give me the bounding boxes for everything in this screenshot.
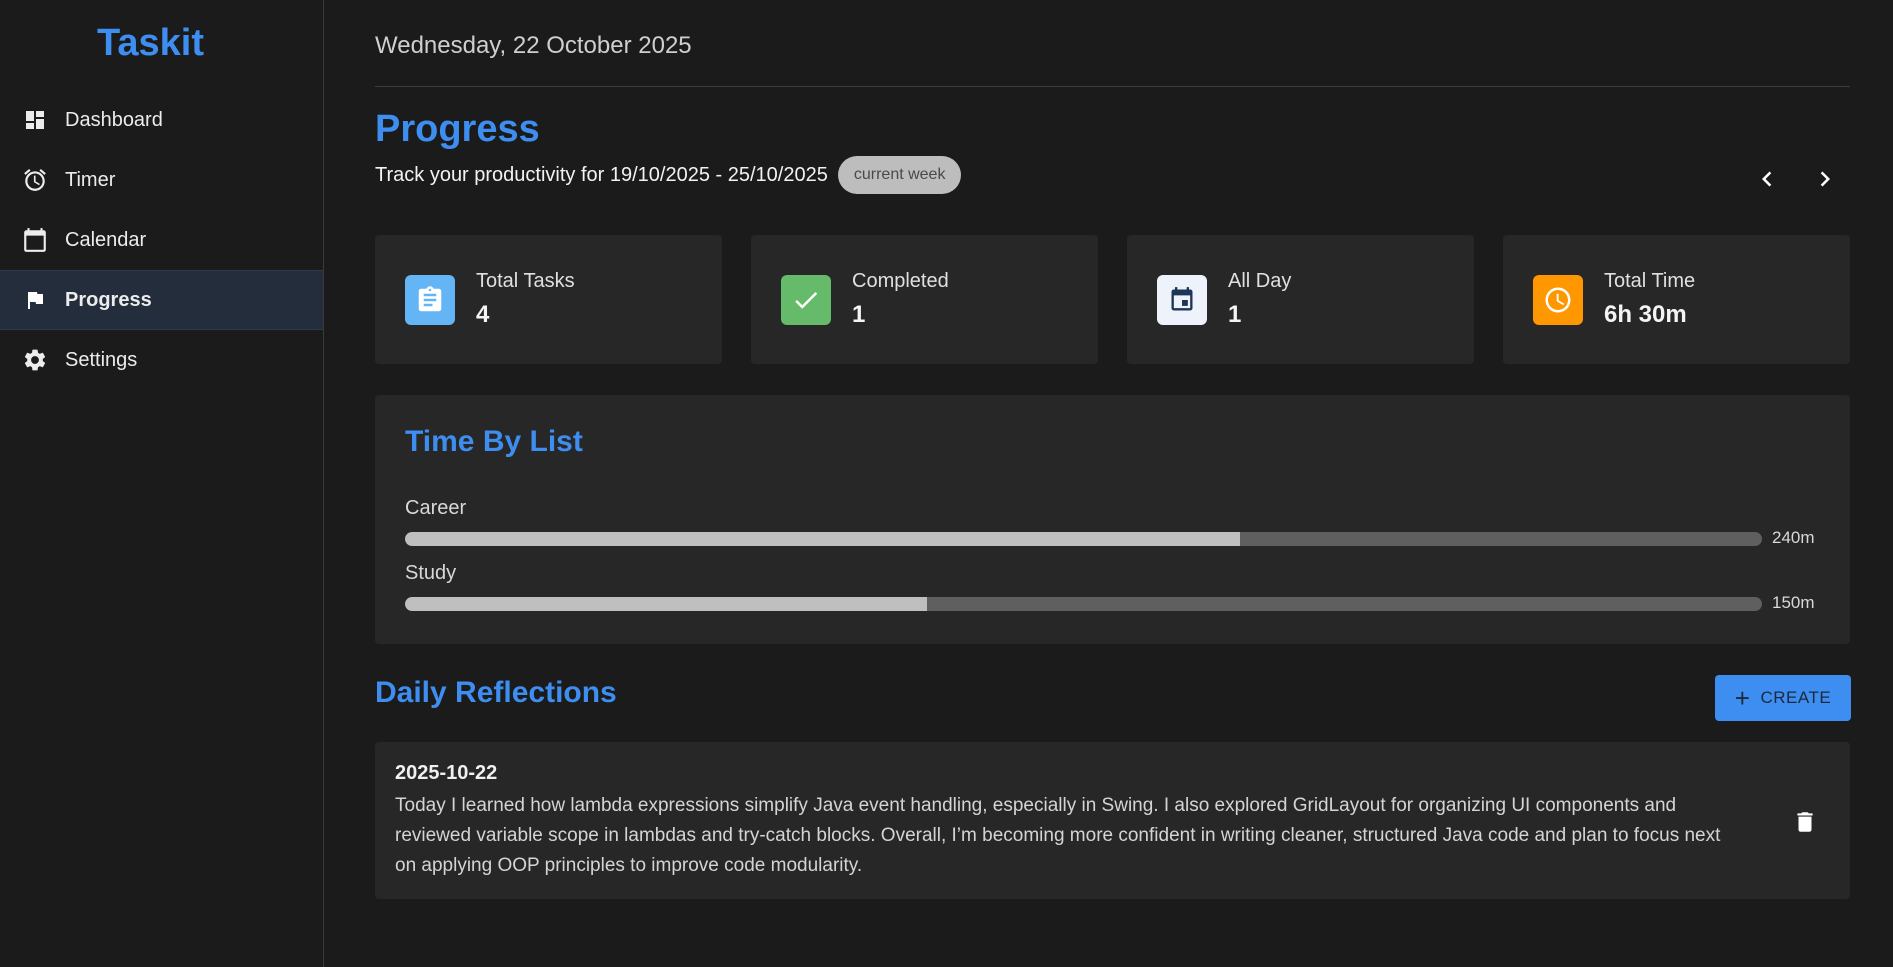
sidebar-item-dashboard[interactable]: Dashboard: [0, 90, 323, 150]
create-button-label: CREATE: [1760, 688, 1832, 707]
app-root: Taskit Dashboard Timer Calendar Progress: [0, 0, 1893, 967]
chevron-left-icon: [1762, 171, 1772, 187]
clipboard-icon: [405, 274, 455, 325]
header-divider: [375, 86, 1850, 87]
sidebar-item-label: Progress: [65, 288, 152, 311]
sidebar-item-label: Calendar: [65, 228, 147, 251]
create-reflection-button[interactable]: + CREATE: [1715, 675, 1851, 721]
main-content: Wednesday, 22 October 2025 Progress Trac…: [324, 0, 1893, 967]
plus-icon: +: [1734, 683, 1751, 713]
calendar-event-icon: [1157, 274, 1207, 325]
stat-card-total-tasks: Total Tasks 4: [375, 235, 722, 364]
daily-reflections-title: Daily Reflections: [375, 676, 617, 709]
reflection-text: Today I learned how lambda expressions s…: [395, 795, 1721, 876]
stat-value: 4: [476, 301, 490, 328]
next-week-button[interactable]: [1806, 160, 1844, 198]
stat-card-completed: Completed 1: [751, 235, 1098, 364]
app-logo[interactable]: Taskit: [0, 0, 323, 90]
sidebar-item-label: Settings: [65, 348, 138, 371]
sidebar-item-label: Dashboard: [65, 108, 163, 131]
stat-value: 6h 30m: [1604, 301, 1687, 328]
progress-bar-career: [405, 532, 1762, 546]
time-by-list-panel: Time By List Career 240m Study 150m: [375, 395, 1850, 644]
alarm-clock-icon: [22, 167, 48, 193]
sidebar-item-label: Timer: [65, 168, 116, 191]
reflection-card: 2025-10-22 Today I learned how lambda ex…: [375, 742, 1850, 899]
delete-reflection-button[interactable]: [1787, 804, 1823, 840]
list-label-study: Study: [405, 562, 457, 584]
progress-bar-study: [405, 597, 1762, 611]
stat-label: Total Time: [1604, 270, 1696, 292]
stat-card-total-time: Total Time 6h 30m: [1503, 235, 1850, 364]
gear-icon: [22, 347, 48, 373]
page-subtitle: Track your productivity for 19/10/2025 -…: [375, 163, 828, 186]
stat-value: 1: [852, 301, 866, 328]
dashboard-icon: [22, 107, 48, 133]
current-week-chip[interactable]: current week: [837, 156, 962, 194]
check-icon: [781, 274, 831, 325]
stat-label: Total Tasks: [476, 270, 575, 292]
sidebar-item-progress[interactable]: Progress: [0, 270, 323, 330]
calendar-icon: [22, 227, 48, 253]
previous-week-button[interactable]: [1748, 160, 1786, 198]
list-label-career: Career: [405, 497, 467, 519]
page-title: Progress: [375, 108, 540, 150]
chevron-right-icon: [1820, 171, 1830, 187]
list-value-career: 240m: [1772, 528, 1815, 547]
clock-icon: [1533, 274, 1583, 325]
progress-bar-fill: [405, 597, 928, 611]
stat-label: Completed: [852, 270, 949, 292]
current-date: Wednesday, 22 October 2025: [375, 32, 692, 59]
sidebar-item-timer[interactable]: Timer: [0, 150, 323, 210]
subtitle-row: Track your productivity for 19/10/2025 -…: [375, 156, 962, 194]
sidebar: Taskit Dashboard Timer Calendar Progress: [0, 0, 324, 967]
sidebar-item-settings[interactable]: Settings: [0, 330, 323, 390]
stat-value: 1: [1228, 301, 1242, 328]
sidebar-item-calendar[interactable]: Calendar: [0, 210, 323, 270]
reflection-date: 2025-10-22: [395, 762, 498, 784]
trash-icon: [1797, 812, 1813, 832]
stat-card-all-day: All Day 1: [1127, 235, 1474, 364]
stat-label: All Day: [1228, 270, 1292, 292]
time-by-list-title: Time By List: [405, 425, 583, 458]
list-value-study: 150m: [1772, 593, 1815, 612]
progress-bar-fill: [405, 532, 1240, 546]
flag-icon: [22, 287, 48, 313]
